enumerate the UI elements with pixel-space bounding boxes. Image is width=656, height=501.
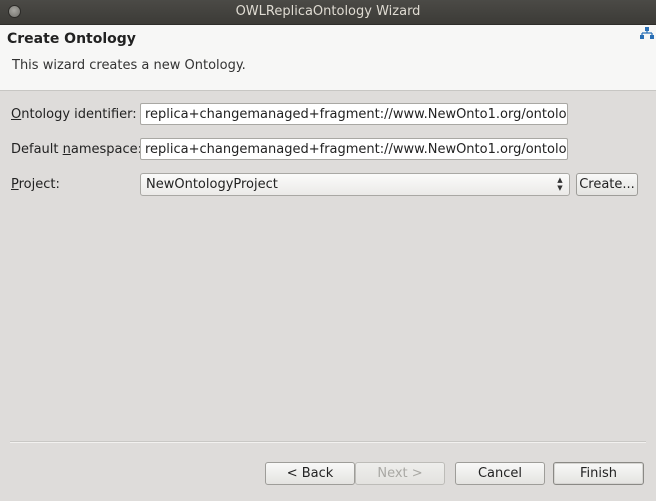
ontology-identifier-input[interactable] bbox=[140, 103, 568, 125]
wizard-header: Create Ontology This wizard creates a ne… bbox=[0, 25, 656, 91]
default-namespace-label: Default namespace: bbox=[11, 142, 143, 157]
title-bar: OWLReplicaOntology Wizard bbox=[0, 0, 656, 25]
project-select[interactable]: NewOntologyProject ▲ ▼ bbox=[140, 173, 570, 196]
finish-button[interactable]: Finish bbox=[553, 462, 644, 485]
project-label: Project: bbox=[11, 177, 60, 192]
cancel-button[interactable]: Cancel bbox=[455, 462, 545, 485]
button-bar-separator bbox=[10, 441, 646, 443]
wizard-window: OWLReplicaOntology Wizard Create Ontolog… bbox=[0, 0, 656, 501]
back-button[interactable]: < Back bbox=[265, 462, 355, 485]
default-namespace-input[interactable] bbox=[140, 138, 568, 160]
window-title: OWLReplicaOntology Wizard bbox=[235, 4, 421, 19]
next-button[interactable]: Next > bbox=[355, 462, 445, 485]
page-description: This wizard creates a new Ontology. bbox=[12, 58, 246, 73]
page-title: Create Ontology bbox=[7, 31, 136, 47]
project-select-value: NewOntologyProject bbox=[146, 177, 278, 192]
updown-arrows-icon: ▲ ▼ bbox=[557, 176, 563, 192]
ontology-identifier-label: Ontology identifier: bbox=[11, 107, 137, 122]
create-project-button[interactable]: Create... bbox=[576, 173, 638, 196]
hierarchy-icon bbox=[640, 27, 654, 39]
